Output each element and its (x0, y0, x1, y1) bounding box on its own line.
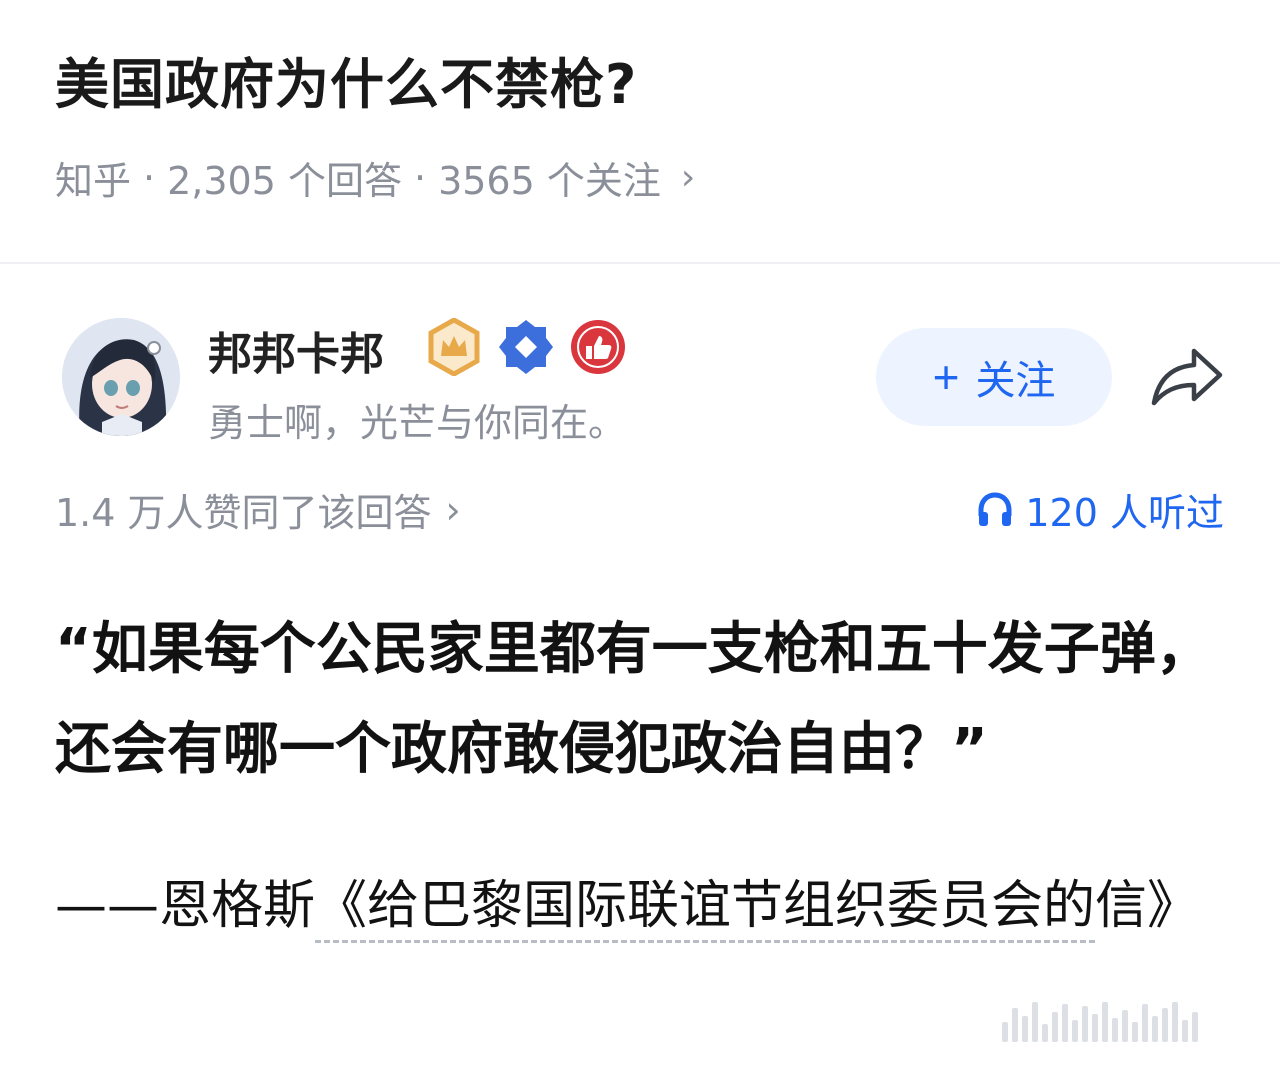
question-meta[interactable]: 知乎 · 2,305 个回答 · 3565 个关注 › (55, 150, 695, 205)
thumbs-up-badge-icon[interactable] (569, 318, 627, 376)
listen-count: 120 人听过 (1025, 491, 1224, 535)
listen-info[interactable]: 120 人听过 (975, 482, 1224, 537)
author-badges (425, 318, 627, 376)
platform-name: 知乎 (55, 159, 132, 203)
source-suffix: 信》 (1095, 876, 1200, 936)
source-link[interactable]: 《给巴黎国际联谊节组织委员会的 (315, 876, 1096, 943)
follow-label: 关注 (975, 359, 1056, 403)
answer-count: 2,305 个回答 (167, 159, 402, 203)
source-author: ——恩格斯 (55, 876, 316, 936)
meta-separator: · (413, 155, 427, 200)
crown-badge-icon[interactable] (425, 318, 483, 376)
question-title[interactable]: 美国政府为什么不禁枪? (55, 40, 637, 119)
quote-source: ——恩格斯《给巴黎国际联谊节组织委员会的信》 (55, 860, 1235, 952)
follow-button[interactable]: + 关注 (876, 328, 1112, 426)
section-divider (0, 262, 1280, 264)
chevron-right-icon: › (445, 487, 461, 532)
answer-quote: “如果每个公民家里都有一支枪和五十发子弹，还会有哪一个政府敢侵犯政治自由？” (55, 617, 1212, 782)
author-bio: 勇士啊，光芒与你同在。 (208, 401, 627, 445)
plus-icon: + (932, 351, 960, 403)
author-name[interactable]: 邦邦卡邦 (208, 318, 384, 382)
vote-count: 1.4 万人赞同了该回答 (55, 491, 432, 535)
chevron-right-icon: › (680, 157, 696, 198)
avatar[interactable] (62, 318, 180, 436)
meta-separator: · (143, 155, 156, 200)
headphones-icon (978, 491, 1012, 526)
diamond-badge-icon[interactable] (497, 318, 555, 376)
vote-info[interactable]: 1.4 万人赞同了该回答 › (55, 482, 461, 537)
follow-count: 3565 个关注 (438, 159, 661, 203)
watermark-icon (1002, 1000, 1252, 1042)
share-icon[interactable] (1150, 345, 1226, 409)
